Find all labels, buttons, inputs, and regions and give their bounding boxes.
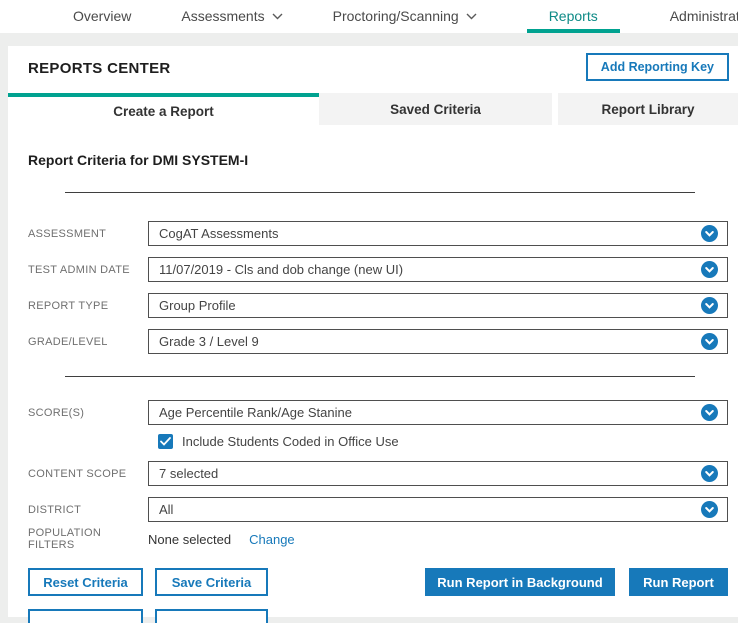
run-report-in-background-button[interactable]: Run Report in Background (425, 568, 615, 596)
tab-bar: Create a Report Saved Criteria Report Li… (8, 93, 738, 125)
form-row-content-scope: CONTENT SCOPE 7 selected (28, 461, 728, 486)
action-button-row: Reset Criteria Save Criteria Run Report … (28, 568, 728, 596)
test-admin-date-value: 11/07/2019 - Cls and dob change (new UI) (159, 262, 404, 277)
nav-item-proctoring-scanning[interactable]: Proctoring/Scanning (333, 0, 477, 33)
grade-level-dropdown[interactable]: Grade 3 / Level 9 (148, 329, 728, 354)
report-criteria-heading: Report Criteria for DMI SYSTEM-I (28, 152, 249, 168)
assessment-value: CogAT Assessments (159, 226, 279, 241)
form-row-district: DISTRICT All (28, 497, 728, 522)
add-reporting-key-button[interactable]: Add Reporting Key (585, 53, 729, 81)
population-filters-row: POPULATION FILTERS None selected Change (28, 527, 728, 551)
panel-header: REPORTS CENTER Add Reporting Key (8, 46, 738, 93)
tab-report-library[interactable]: Report Library (558, 93, 738, 125)
scores-dropdown[interactable]: Age Percentile Rank/Age Stanine (148, 400, 728, 425)
grade-level-value: Grade 3 / Level 9 (159, 334, 259, 349)
report-type-label: REPORT TYPE (28, 299, 109, 312)
nav-item-label: Proctoring/Scanning (332, 7, 459, 24)
divider (65, 376, 695, 377)
form-row-scores: SCORE(S) Age Percentile Rank/Age Stanine (28, 400, 728, 425)
content-scope-label: CONTENT SCOPE (28, 467, 127, 480)
content-scope-value: 7 selected (159, 466, 219, 481)
district-value: All (159, 502, 174, 517)
chevron-down-icon (466, 13, 477, 20)
nav-item-overview[interactable]: Overview (73, 0, 131, 33)
run-report-button[interactable]: Run Report (629, 568, 728, 596)
reset-criteria-button[interactable]: Reset Criteria (28, 568, 143, 596)
divider (65, 192, 695, 193)
nav-item-label: Administration (669, 7, 738, 24)
tab-create-a-report[interactable]: Create a Report (8, 93, 319, 125)
chevron-down-icon[interactable] (701, 333, 718, 350)
population-filters-change-link[interactable]: Change (249, 532, 295, 547)
grade-level-label: GRADE/LEVEL (28, 335, 108, 348)
nav-item-label: Reports (548, 7, 598, 24)
nav-item-administration[interactable]: Administration (670, 0, 738, 33)
chevron-down-icon[interactable] (701, 297, 718, 314)
clipped-button[interactable] (28, 609, 143, 623)
assessment-label: ASSESSMENT (28, 227, 107, 240)
checkmark-icon (160, 437, 171, 446)
tab-saved-criteria[interactable]: Saved Criteria (319, 93, 552, 125)
save-criteria-button[interactable]: Save Criteria (155, 568, 268, 596)
page-title: REPORTS CENTER (28, 60, 171, 77)
chevron-down-icon[interactable] (701, 404, 718, 421)
top-navigation: Overview Assessments Proctoring/Scanning… (0, 0, 738, 33)
include-office-use-label: Include Students Coded in Office Use (182, 434, 399, 449)
include-office-use-checkbox[interactable] (158, 434, 173, 449)
chevron-down-icon (272, 13, 283, 20)
form-row-report-type: REPORT TYPE Group Profile (28, 293, 728, 318)
chevron-down-icon[interactable] (701, 465, 718, 482)
reports-center-panel: REPORTS CENTER Add Reporting Key Create … (8, 46, 738, 623)
population-filters-value: None selected (148, 531, 232, 547)
district-dropdown[interactable]: All (148, 497, 728, 522)
nav-item-label: Assessments (181, 7, 265, 24)
clipped-button-row (28, 609, 728, 623)
district-label: DISTRICT (28, 503, 82, 516)
form-row-test-admin-date: TEST ADMIN DATE 11/07/2019 - Cls and dob… (28, 257, 728, 282)
test-admin-date-label: TEST ADMIN DATE (28, 263, 130, 276)
report-type-value: Group Profile (159, 298, 236, 313)
scores-label: SCORE(S) (28, 406, 85, 419)
scores-value: Age Percentile Rank/Age Stanine (159, 405, 352, 420)
population-filters-label: POPULATION FILTERS (28, 527, 102, 551)
content-scope-dropdown[interactable]: 7 selected (148, 461, 728, 486)
nav-item-label: Overview (73, 7, 132, 24)
assessment-dropdown[interactable]: CogAT Assessments (148, 221, 728, 246)
chevron-down-icon[interactable] (701, 261, 718, 278)
create-report-content: Report Criteria for DMI SYSTEM-I ASSESSM… (8, 152, 738, 623)
include-office-use-row: Include Students Coded in Office Use (158, 434, 728, 449)
nav-item-reports[interactable]: Reports (526, 0, 620, 33)
chevron-down-icon[interactable] (701, 501, 718, 518)
report-type-dropdown[interactable]: Group Profile (148, 293, 728, 318)
test-admin-date-dropdown[interactable]: 11/07/2019 - Cls and dob change (new UI) (148, 257, 728, 282)
nav-item-assessments[interactable]: Assessments (181, 0, 283, 33)
chevron-down-icon[interactable] (701, 225, 718, 242)
form-row-grade-level: GRADE/LEVEL Grade 3 / Level 9 (28, 329, 728, 354)
form-row-assessment: ASSESSMENT CogAT Assessments (28, 221, 728, 246)
clipped-button[interactable] (155, 609, 268, 623)
